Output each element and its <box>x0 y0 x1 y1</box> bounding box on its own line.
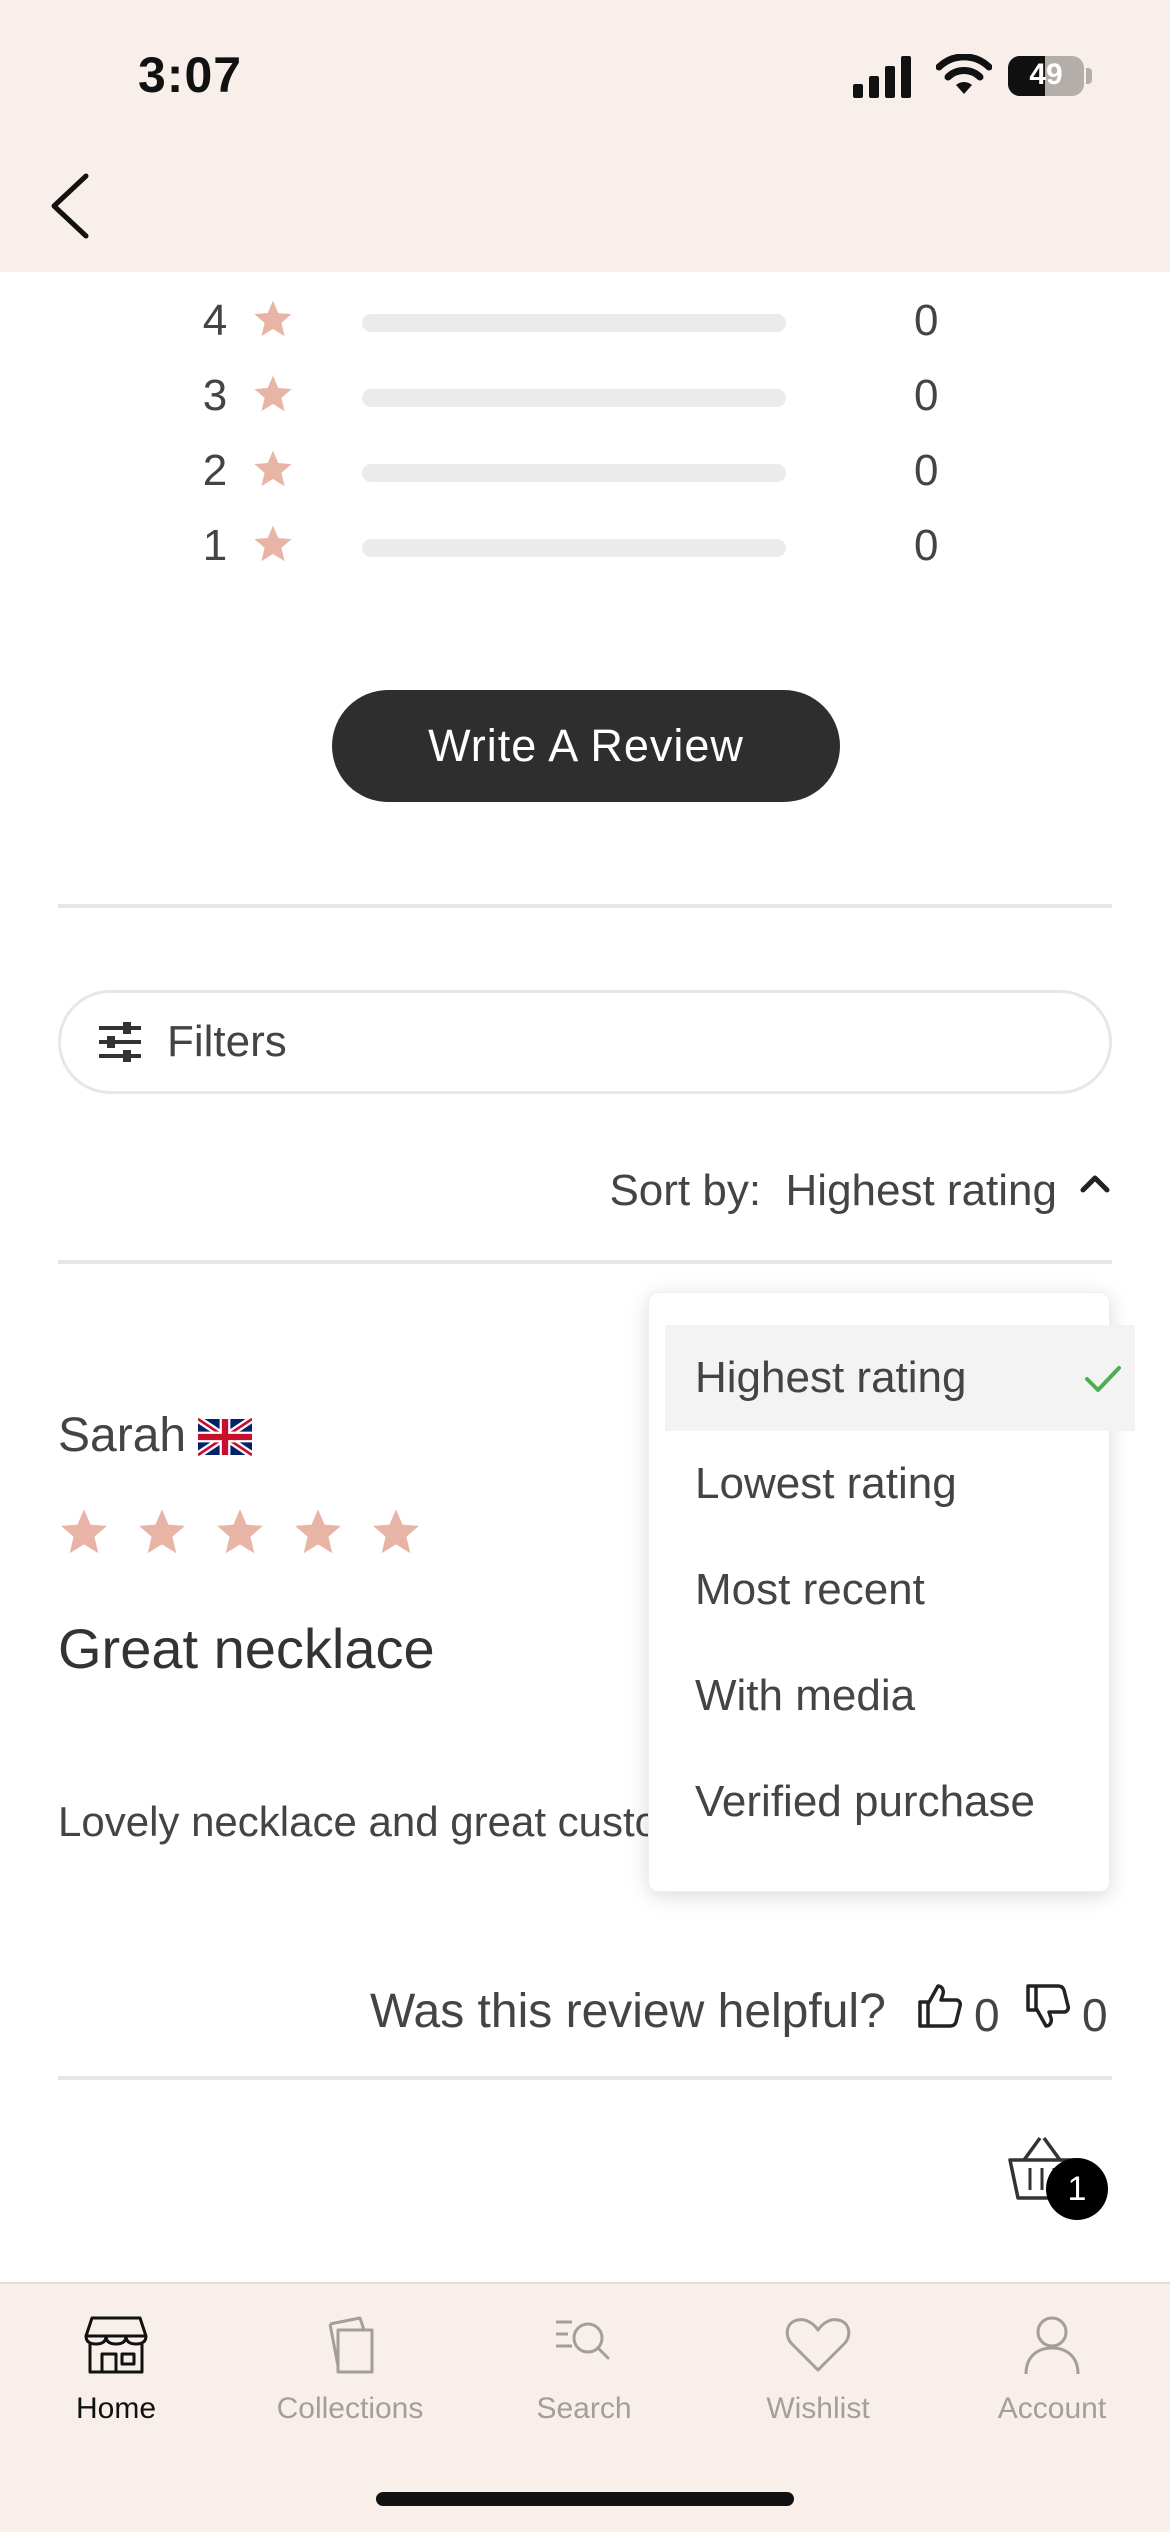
sort-option[interactable]: Lowest rating <box>665 1431 1135 1537</box>
review-title: Great necklace <box>58 1617 435 1680</box>
rating-row: 40 <box>200 290 950 350</box>
battery-cap <box>1086 68 1092 84</box>
store-icon <box>84 2316 148 2374</box>
rating-bar <box>362 539 786 557</box>
search-icon <box>556 2320 610 2360</box>
home-indicator <box>376 2492 794 2506</box>
sort-option-label: Lowest rating <box>695 1459 957 1508</box>
rating-count: 0 <box>914 521 939 570</box>
rating-bar <box>362 314 786 332</box>
star-icon <box>61 1509 107 1554</box>
cart-count-badge: 1 <box>1046 2158 1108 2220</box>
rating-star-number: 4 <box>202 296 228 345</box>
rating-row: 30 <box>200 365 950 425</box>
rating-bar <box>362 389 786 407</box>
app-header: 3:07 49 <box>0 0 1170 272</box>
star-icon <box>295 1509 341 1554</box>
reviewer-name: Sarah <box>58 1409 187 1462</box>
wifi-icon <box>936 54 992 94</box>
sort-option[interactable]: Highest rating <box>665 1325 1135 1431</box>
rating-bar <box>362 464 786 482</box>
star-icon <box>254 300 292 337</box>
rating-count: 0 <box>914 371 939 420</box>
nav-label: Collections <box>276 2392 424 2425</box>
nav-item-search[interactable]: Search <box>494 2310 674 2426</box>
rating-star-number: 3 <box>202 371 228 420</box>
sort-option-label: With media <box>695 1671 916 1720</box>
nav-label: Search <box>536 2392 632 2425</box>
star-icon <box>217 1509 263 1554</box>
status-time: 3:07 <box>138 47 243 103</box>
rating-row: 10 <box>200 515 950 575</box>
nav-item-account[interactable]: Account <box>962 2310 1142 2426</box>
rating-star-number: 2 <box>202 446 228 495</box>
cellular-signal-icon <box>853 56 911 98</box>
sort-option-label: Most recent <box>695 1565 925 1614</box>
nav-label: Home <box>75 2392 157 2425</box>
back-arrow-icon[interactable] <box>36 166 106 246</box>
sliders-icon <box>99 1022 141 1062</box>
sort-by-control[interactable]: Sort by: Highest rating <box>609 1166 1057 1216</box>
rating-count: 0 <box>914 446 939 495</box>
sort-option-label: Highest rating <box>695 1353 967 1402</box>
nav-label: Wishlist <box>766 2392 870 2425</box>
sort-by-value: Highest rating <box>785 1166 1057 1215</box>
user-icon <box>1024 2316 1080 2375</box>
write-review-button[interactable]: Write A Review <box>332 690 840 802</box>
sort-option[interactable]: Most recent <box>665 1537 1135 1643</box>
nav-item-home[interactable]: Home <box>26 2310 206 2426</box>
sort-option-label: Verified purchase <box>695 1777 1035 1826</box>
chevron-up-icon[interactable] <box>1078 1168 1112 1198</box>
uk-flag-icon <box>198 1418 252 1456</box>
divider <box>58 1260 1112 1264</box>
sort-by-label: Sort by: <box>609 1166 762 1215</box>
sort-option[interactable]: Verified purchase <box>665 1749 1135 1855</box>
sort-option[interactable]: With media <box>665 1643 1135 1749</box>
nav-item-wishlist[interactable]: Wishlist <box>728 2310 908 2426</box>
rating-row: 20 <box>200 440 950 500</box>
collections-icon <box>328 2316 374 2374</box>
helpful-prompt: Was this review helpful? <box>370 1985 886 2038</box>
helpful-down-count: 0 <box>1082 1989 1108 2041</box>
rating-star-number: 1 <box>202 521 228 570</box>
star-icon <box>373 1509 419 1554</box>
star-icon <box>254 450 292 487</box>
battery-icon: 49 <box>1008 56 1084 96</box>
checkmark-icon <box>1085 1366 1121 1392</box>
rating-count: 0 <box>914 296 939 345</box>
star-icon <box>254 525 292 562</box>
sort-dropdown-menu: Highest rating Lowest rating Most recent Wi… <box>648 1292 1135 1892</box>
divider <box>58 2076 1112 2080</box>
nav-item-collections[interactable]: Collections <box>260 2310 440 2426</box>
divider <box>58 904 1112 908</box>
review-body: Lovely necklace and great custo <box>58 1798 658 1845</box>
star-icon <box>139 1509 185 1554</box>
thumbs-down-icon[interactable] <box>1024 1982 1070 2030</box>
nav-label: Account <box>997 2392 1107 2425</box>
star-icon <box>254 375 292 412</box>
review-rating <box>58 1506 422 1558</box>
heart-icon <box>785 2318 851 2372</box>
thumbs-up-icon[interactable] <box>916 1982 962 2030</box>
filters-button[interactable]: Filters <box>58 990 1112 1094</box>
battery-percent: 49 <box>1029 58 1063 91</box>
filters-label: Filters <box>167 1017 287 1066</box>
helpful-up-count: 0 <box>974 1989 1000 2041</box>
